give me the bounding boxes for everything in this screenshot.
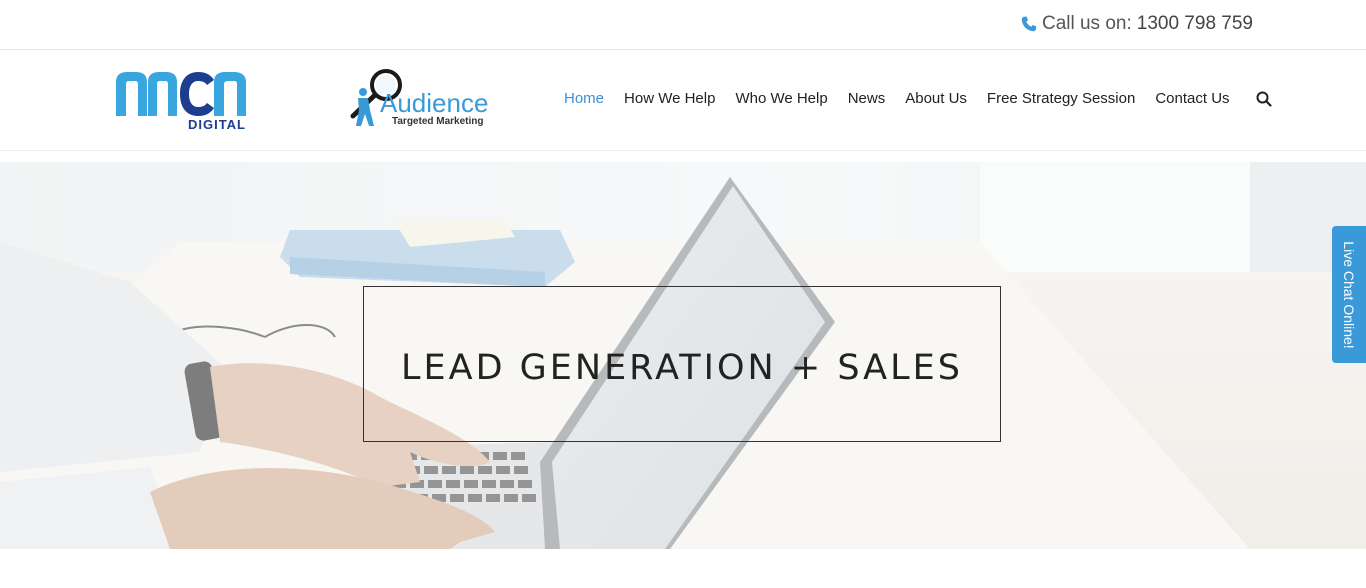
nav-contact-us[interactable]: Contact Us — [1145, 86, 1239, 111]
live-chat-label: Live Chat Online! — [1341, 240, 1357, 349]
nav-news[interactable]: News — [838, 86, 896, 111]
mcm-sub-text: DIGITAL — [188, 117, 246, 132]
hero-title-frame: LEAD GENERATION + SALES — [363, 286, 1001, 442]
audience-logo[interactable]: Audience Targeted Marketing — [346, 68, 496, 132]
audience-sub-text: Targeted Marketing — [392, 116, 484, 127]
phone-number[interactable]: 1300 798 759 — [1137, 13, 1253, 35]
phone-icon — [1021, 16, 1037, 32]
call-us-label: Call us on: — [1041, 13, 1132, 34]
nav-how-we-help[interactable]: How We Help — [614, 86, 725, 111]
nav-about-us[interactable]: About Us — [895, 86, 977, 111]
hero-banner: LEAD GENERATION + SALES — [0, 162, 1366, 549]
nav-home[interactable]: Home — [554, 86, 614, 111]
hero-title: LEAD GENERATION + SALES — [401, 348, 963, 388]
nav-free-strategy-session[interactable]: Free Strategy Session — [977, 86, 1145, 111]
call-us[interactable]: Call us on: 1300 798 759 — [1021, 13, 1253, 35]
site-header: DIGITAL Audience Targeted Marketing Home… — [0, 50, 1366, 151]
mcm-digital-logo[interactable]: DIGITAL — [114, 70, 249, 132]
nav-who-we-help[interactable]: Who We Help — [725, 86, 837, 111]
search-icon[interactable] — [1256, 91, 1272, 107]
live-chat-tab[interactable]: Live Chat Online! — [1332, 226, 1366, 363]
main-nav: Home How We Help Who We Help News About … — [554, 86, 1272, 111]
audience-logo-text: Audience — [380, 88, 488, 118]
top-bar: Call us on: 1300 798 759 — [0, 0, 1366, 50]
